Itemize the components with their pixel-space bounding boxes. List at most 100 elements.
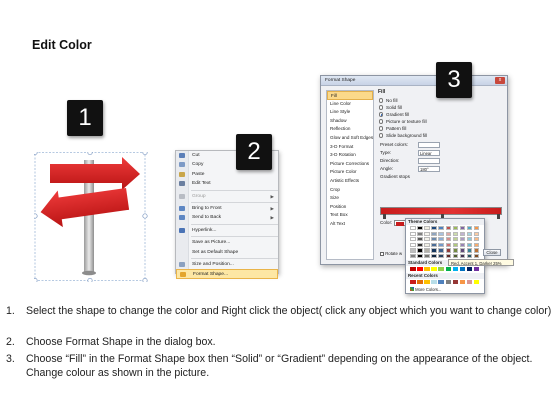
radio-button[interactable] <box>379 119 384 124</box>
menu-item[interactable]: Set as Default Shape <box>176 248 278 257</box>
color-swatch[interactable] <box>438 237 444 242</box>
category-item[interactable]: Crop <box>327 186 373 195</box>
menu-item[interactable]: Save as Picture... <box>176 238 278 247</box>
checkbox-icon[interactable] <box>380 251 384 256</box>
fill-option[interactable]: Gradient fill <box>378 111 506 118</box>
color-swatch[interactable] <box>417 253 423 259</box>
color-swatch[interactable] <box>466 226 473 231</box>
color-swatch[interactable] <box>452 248 459 253</box>
color-swatch[interactable] <box>431 253 437 259</box>
rotate-checkbox[interactable]: Rotate w <box>380 251 402 256</box>
color-swatch[interactable] <box>452 253 459 259</box>
color-swatch[interactable] <box>459 267 466 272</box>
category-item[interactable]: Glow and Soft Edges <box>327 134 373 143</box>
color-swatch[interactable] <box>410 231 416 236</box>
color-swatch[interactable] <box>466 242 473 248</box>
category-item[interactable]: 3-D Rotation <box>327 151 373 160</box>
color-swatch[interactable] <box>459 253 466 259</box>
color-swatch[interactable] <box>473 248 480 253</box>
color-swatch[interactable] <box>452 267 459 272</box>
color-swatch[interactable] <box>445 237 452 242</box>
close-button[interactable]: Close <box>483 249 501 256</box>
color-swatch[interactable] <box>431 226 437 231</box>
menu-item[interactable]: Paste <box>176 170 278 179</box>
color-swatch[interactable] <box>431 280 437 285</box>
category-item[interactable]: Picture Corrections <box>327 160 373 169</box>
radio-button[interactable] <box>379 98 384 103</box>
color-swatch[interactable] <box>466 253 473 259</box>
color-swatch[interactable] <box>424 248 430 253</box>
color-swatch[interactable] <box>438 231 444 236</box>
radio-button[interactable] <box>379 112 384 117</box>
color-swatch[interactable] <box>466 267 473 272</box>
color-swatch[interactable] <box>438 280 444 285</box>
menu-item[interactable]: Hyperlink... <box>176 226 278 235</box>
color-swatch[interactable] <box>410 267 416 272</box>
color-swatch[interactable] <box>445 253 452 259</box>
color-swatch[interactable] <box>459 242 466 248</box>
color-swatch[interactable] <box>424 237 430 242</box>
color-swatch[interactable] <box>473 253 480 259</box>
color-swatch[interactable] <box>424 267 430 272</box>
color-swatch[interactable] <box>459 226 466 231</box>
signpost-shape[interactable] <box>34 152 148 282</box>
color-swatch[interactable] <box>438 242 444 248</box>
color-swatch[interactable] <box>424 242 430 248</box>
color-swatch[interactable] <box>410 280 416 285</box>
category-item[interactable]: Fill <box>327 91 373 100</box>
category-item[interactable]: 3-D Format <box>327 143 373 152</box>
close-icon[interactable]: x <box>495 77 505 84</box>
color-swatch[interactable] <box>410 242 416 248</box>
color-swatch[interactable] <box>445 267 452 272</box>
category-item[interactable]: Line Color <box>327 100 373 109</box>
menu-item[interactable]: Bring to Front ▶ <box>176 204 278 213</box>
gradient-bar[interactable] <box>380 207 502 219</box>
field-input[interactable] <box>418 142 440 148</box>
category-item[interactable]: Reflection <box>327 125 373 134</box>
color-swatch[interactable] <box>417 237 423 242</box>
color-swatch[interactable] <box>410 253 416 259</box>
fill-option[interactable]: Solid fill <box>378 104 506 111</box>
color-swatch[interactable] <box>466 280 473 285</box>
color-swatch[interactable] <box>452 280 459 285</box>
color-swatch[interactable] <box>473 242 480 248</box>
fill-option[interactable]: Slide background fill <box>378 132 506 139</box>
radio-button[interactable] <box>379 126 384 131</box>
color-swatch[interactable] <box>459 248 466 253</box>
color-swatch[interactable] <box>445 280 452 285</box>
color-swatch[interactable] <box>452 242 459 248</box>
color-swatch[interactable] <box>431 248 437 253</box>
fill-option[interactable]: No fill <box>378 97 506 104</box>
color-swatch[interactable] <box>452 226 459 231</box>
category-item[interactable]: Shadow <box>327 117 373 126</box>
menu-item[interactable]: Format Shape... <box>176 269 278 279</box>
color-swatch[interactable] <box>459 231 466 236</box>
color-swatch[interactable] <box>466 231 473 236</box>
color-swatch[interactable] <box>445 242 452 248</box>
color-swatch[interactable] <box>417 231 423 236</box>
radio-button[interactable] <box>379 133 384 138</box>
color-swatch[interactable] <box>417 226 423 231</box>
category-item[interactable]: Picture Color <box>327 168 373 177</box>
category-item[interactable]: Text Box <box>327 211 373 220</box>
color-swatch[interactable] <box>438 226 444 231</box>
color-swatch[interactable] <box>473 237 480 242</box>
color-swatch[interactable] <box>431 231 437 236</box>
color-swatch[interactable] <box>424 226 430 231</box>
menu-item[interactable]: Edit Text <box>176 179 278 188</box>
color-swatch[interactable] <box>410 226 416 231</box>
color-swatch[interactable] <box>438 253 444 259</box>
color-swatch[interactable] <box>452 231 459 236</box>
color-swatch[interactable] <box>431 242 437 248</box>
color-swatch[interactable] <box>431 237 437 242</box>
color-swatch[interactable] <box>424 253 430 259</box>
color-swatch[interactable] <box>410 237 416 242</box>
category-item[interactable]: Artistic Effects <box>327 177 373 186</box>
color-swatch[interactable] <box>473 280 480 285</box>
color-swatch[interactable] <box>459 237 466 242</box>
color-swatch[interactable] <box>438 248 444 253</box>
color-swatch[interactable] <box>466 237 473 242</box>
menu-item[interactable]: Send to Back ▶ <box>176 213 278 222</box>
fill-option[interactable]: Pattern fill <box>378 125 506 132</box>
color-swatch[interactable] <box>424 231 430 236</box>
